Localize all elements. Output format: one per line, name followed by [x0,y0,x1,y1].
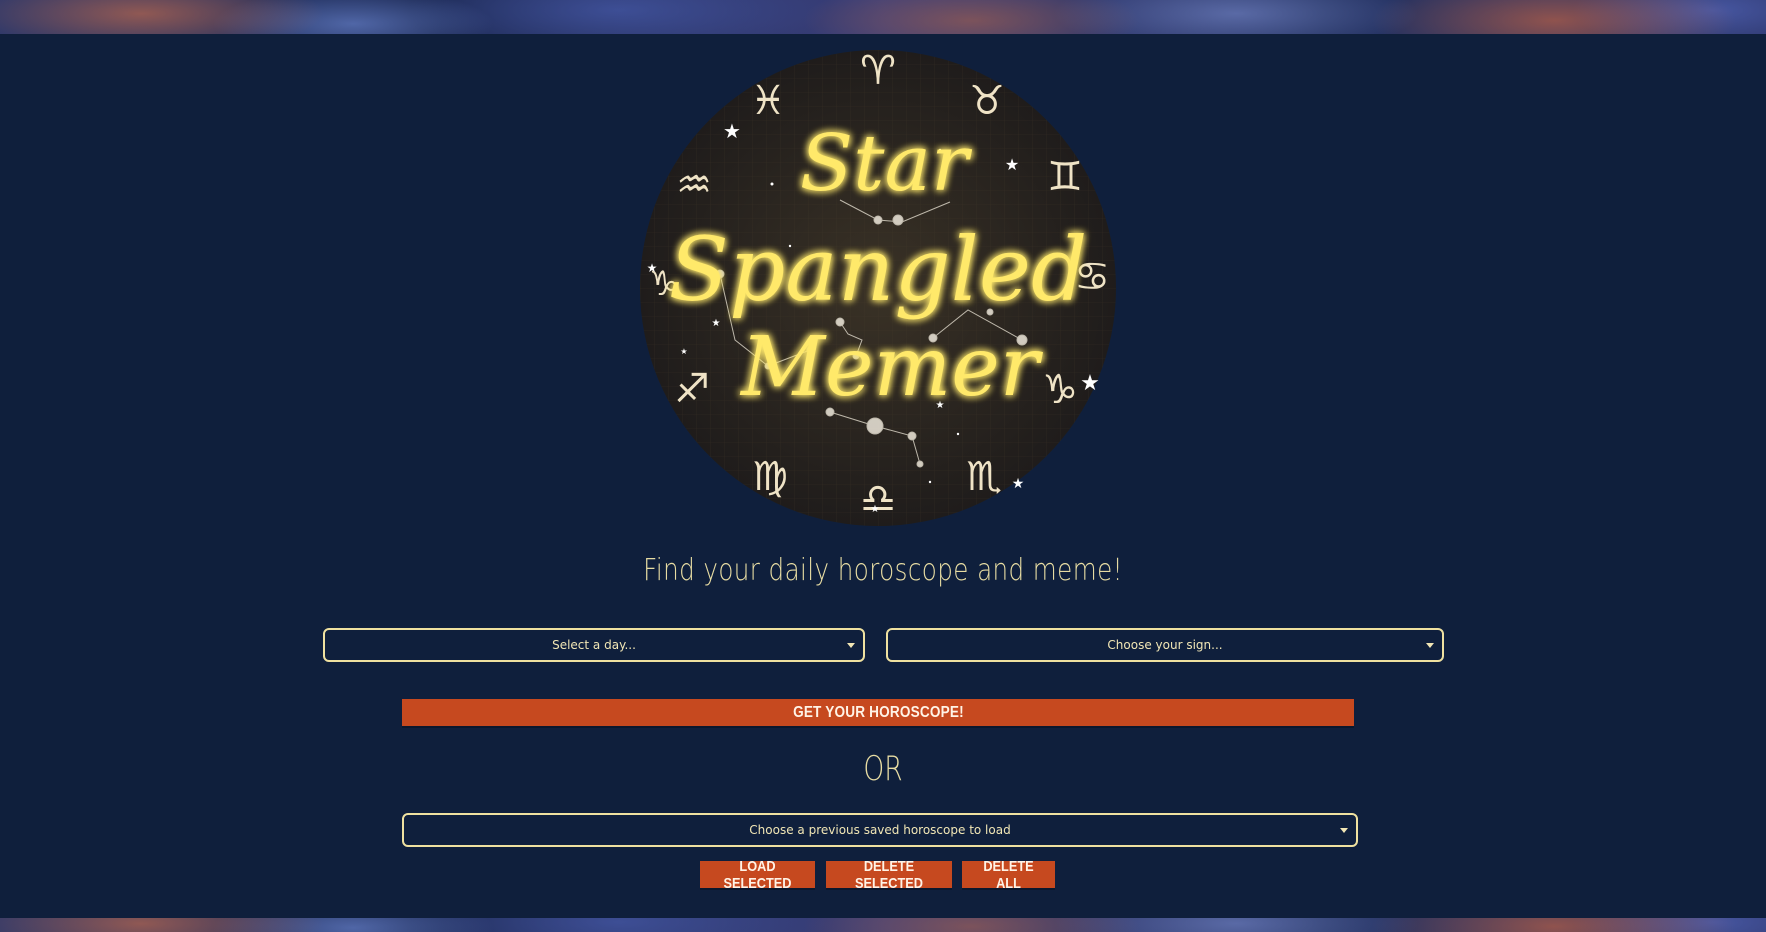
get-horoscope-button[interactable]: Get your horoscope! [402,699,1354,726]
delete-all-button[interactable]: Delete all [962,858,1055,892]
svg-text:♐: ♐ [674,366,710,412]
sign-select[interactable]: Choose your sign... [886,628,1444,662]
star-spangled-memer-logo: ♈ ♉ ♊ ♋ ♑ ♏ ♎ ♍ ♐ ♑ ♒ ♓ ★ ★ ★ ★ ★ ★ ★ ★ … [640,50,1116,526]
svg-text:★: ★ [647,261,658,275]
svg-text:★: ★ [871,504,880,515]
svg-text:♒: ♒ [676,162,712,208]
delete-selected-label: Delete selected [854,857,923,892]
saved-horoscope-select[interactable]: Choose a previous saved horoscope to loa… [402,813,1358,847]
svg-text:♍: ♍ [752,454,788,500]
load-selected-label: Load selected [723,857,792,892]
day-select-label: Select a day... [552,638,636,652]
svg-text:♎: ♎ [860,476,896,522]
sign-select-label: Choose your sign... [1107,638,1223,652]
svg-text:★: ★ [723,119,741,143]
svg-text:★: ★ [1012,476,1025,492]
svg-text:♈: ♈ [860,50,896,94]
chevron-down-icon [1426,643,1434,648]
svg-text:♉: ♉ [969,78,1005,124]
chevron-down-icon [847,643,855,648]
load-selected-button[interactable]: Load selected [700,858,815,892]
logo-line-spangled: Spangled [669,218,1088,321]
delete-all-label: Delete all [983,857,1034,892]
saved-select-label: Choose a previous saved horoscope to loa… [749,823,1011,837]
space-banner-bottom [0,918,1766,932]
tagline: Find your daily horoscope and meme! [643,553,1123,588]
svg-text:♏: ♏ [966,454,1002,500]
logo-line-memer: Memer [739,320,1044,415]
svg-text:★: ★ [680,347,687,356]
svg-text:♓: ♓ [750,78,786,124]
get-horoscope-label: Get your horoscope! [792,703,964,721]
logo-line-star: Star [800,119,973,209]
delete-selected-button[interactable]: Delete selected [826,858,952,892]
svg-text:♊: ♊ [1047,154,1083,200]
space-banner-top [0,0,1766,34]
svg-text:♑: ♑ [1042,367,1078,413]
chevron-down-icon [1340,828,1348,833]
day-select[interactable]: Select a day... [323,628,865,662]
or-divider-text: OR [863,749,903,789]
svg-text:★: ★ [1005,155,1019,174]
svg-text:★: ★ [1080,371,1100,396]
